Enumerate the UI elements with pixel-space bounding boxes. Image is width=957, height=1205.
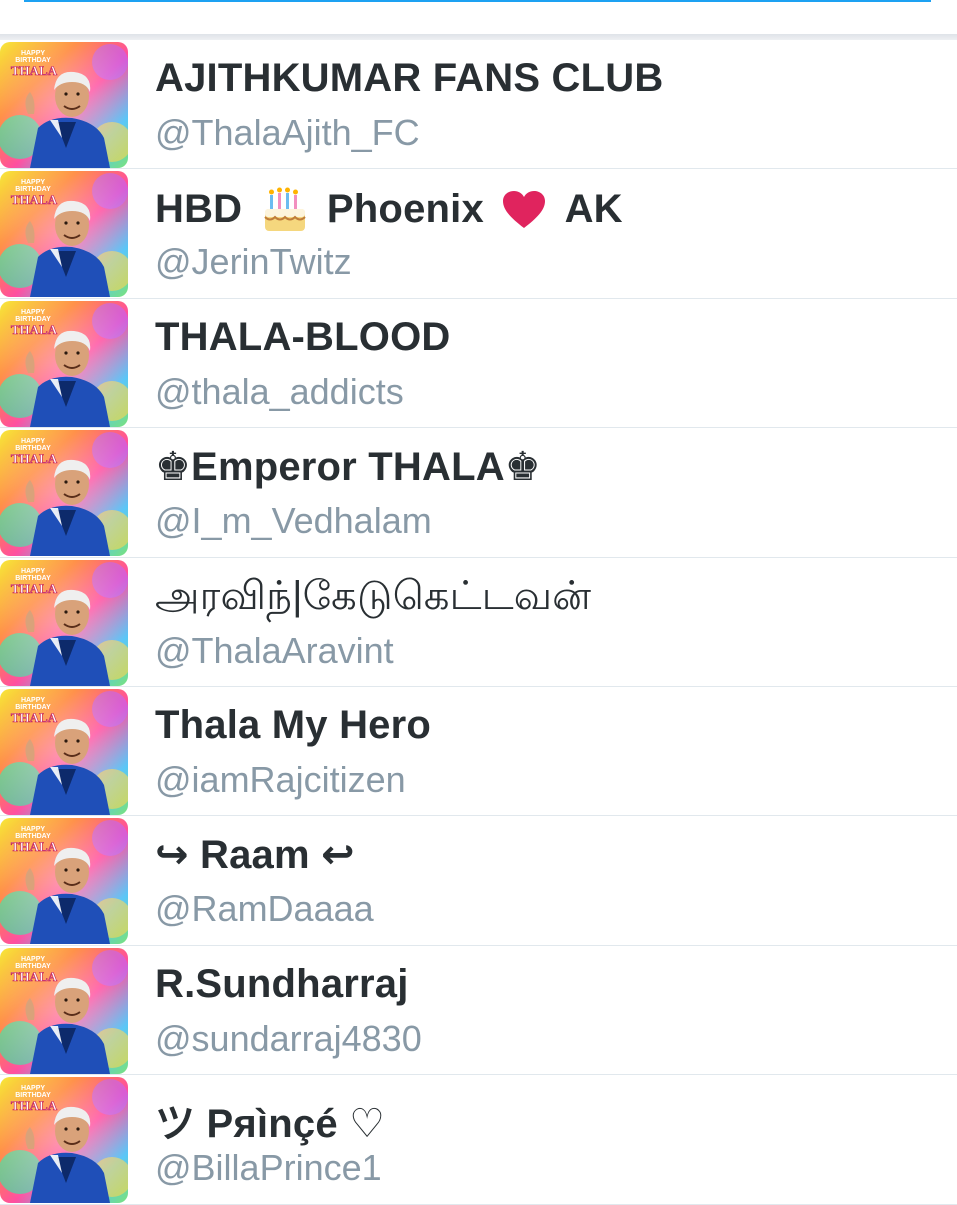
- heart-icon: [501, 190, 547, 230]
- avatar[interactable]: HAPPY BIRTHDAY THALA: [0, 947, 128, 1074]
- svg-text:HAPPY: HAPPY: [21, 179, 45, 186]
- avatar-artwork: HAPPY BIRTHDAY THALA: [0, 818, 128, 945]
- svg-text:HAPPY: HAPPY: [21, 826, 45, 833]
- display-name: ♚Emperor THALA♚: [155, 445, 541, 490]
- avatar-artwork: HAPPY BIRTHDAY THALA: [0, 559, 128, 686]
- user-handle: @iamRajcitizen: [155, 758, 406, 800]
- svg-text:HAPPY: HAPPY: [21, 309, 45, 316]
- svg-text:HAPPY: HAPPY: [21, 50, 45, 57]
- avatar-artwork: HAPPY BIRTHDAY THALA: [0, 947, 128, 1074]
- svg-text:HAPPY: HAPPY: [21, 438, 45, 445]
- avatar-artwork: HAPPY BIRTHDAY THALA: [0, 300, 128, 427]
- search-header-area: [0, 0, 957, 34]
- user-handle: @I_m_Vedhalam: [155, 500, 432, 542]
- user-handle: @BillaPrince1: [155, 1147, 382, 1189]
- svg-text:THALA: THALA: [11, 710, 58, 725]
- svg-text:THALA: THALA: [11, 969, 58, 984]
- search-field-underline[interactable]: [24, 0, 931, 2]
- display-name: AJITHKUMAR FANS CLUB: [155, 56, 664, 100]
- birthday-cake-icon: [260, 187, 310, 233]
- display-name: ツ Pяìnçé ♡: [155, 1102, 386, 1147]
- display-name: THALA-BLOOD: [155, 314, 451, 359]
- avatar[interactable]: HAPPY BIRTHDAY THALA: [0, 42, 128, 168]
- display-name: ↪ Raam ↩: [155, 833, 355, 878]
- avatar[interactable]: HAPPY BIRTHDAY THALA: [0, 688, 128, 815]
- avatar-artwork: HAPPY BIRTHDAY THALA: [0, 42, 128, 168]
- user-handle: @thala_addicts: [155, 370, 404, 412]
- display-name-part: HBD: [155, 187, 243, 232]
- svg-text:THALA: THALA: [11, 451, 58, 466]
- avatar[interactable]: HAPPY BIRTHDAY THALA: [0, 1077, 128, 1204]
- user-row[interactable]: HAPPY BIRTHDAY THALA Thala My Hero @iamR…: [0, 686, 957, 817]
- display-name: அரவிந்|கேடுகெட்டவன்: [155, 573, 592, 618]
- svg-text:HAPPY: HAPPY: [21, 697, 45, 704]
- svg-text:THALA: THALA: [11, 1098, 58, 1113]
- display-name: R.Sundharraj: [155, 961, 409, 1006]
- avatar-artwork: HAPPY BIRTHDAY THALA: [0, 1077, 128, 1204]
- display-name-part: Phoenix: [326, 187, 484, 232]
- user-row[interactable]: HAPPY BIRTHDAY THALA R.Sundharraj @sunda…: [0, 945, 957, 1076]
- svg-text:HAPPY: HAPPY: [21, 1085, 45, 1092]
- svg-text:THALA: THALA: [11, 322, 58, 337]
- display-name: HBD Phoenix AK: [155, 185, 623, 232]
- user-list: HAPPY BIRTHDAY THALA AJITHKUMAR FANS CLU…: [0, 40, 957, 1205]
- avatar-artwork: HAPPY BIRTHDAY THALA: [0, 430, 128, 557]
- user-handle: @RamDaaaa: [155, 888, 374, 930]
- avatar-artwork: HAPPY BIRTHDAY THALA: [0, 171, 128, 298]
- user-handle: @JerinTwitz: [155, 241, 352, 283]
- user-row[interactable]: HAPPY BIRTHDAY THALA HBD Phoenix AK @Jer…: [0, 169, 957, 299]
- user-row[interactable]: HAPPY BIRTHDAY THALA ↪ Raam ↩ @RamDaaaa: [0, 816, 957, 946]
- svg-text:THALA: THALA: [11, 192, 58, 207]
- avatar[interactable]: HAPPY BIRTHDAY THALA: [0, 430, 128, 557]
- display-name-part: AK: [564, 187, 623, 232]
- avatar[interactable]: HAPPY BIRTHDAY THALA: [0, 818, 128, 945]
- user-row[interactable]: HAPPY BIRTHDAY THALA ツ Pяìnçé ♡ @BillaPr…: [0, 1075, 957, 1205]
- svg-text:HAPPY: HAPPY: [21, 568, 45, 575]
- display-name: Thala My Hero: [155, 702, 431, 747]
- user-row[interactable]: HAPPY BIRTHDAY THALA AJITHKUMAR FANS CLU…: [0, 40, 957, 170]
- user-handle: @sundarraj4830: [155, 1017, 422, 1059]
- avatar[interactable]: HAPPY BIRTHDAY THALA: [0, 300, 128, 427]
- svg-text:THALA: THALA: [11, 63, 58, 78]
- user-row[interactable]: HAPPY BIRTHDAY THALA ♚Emperor THALA♚ @I_…: [0, 428, 957, 558]
- user-row[interactable]: HAPPY BIRTHDAY THALA அரவிந்|கேடுகெட்டவன்…: [0, 557, 957, 687]
- avatar[interactable]: HAPPY BIRTHDAY THALA: [0, 559, 128, 686]
- user-row[interactable]: HAPPY BIRTHDAY THALA THALA-BLOOD @thala_…: [0, 298, 957, 429]
- svg-text:HAPPY: HAPPY: [21, 956, 45, 963]
- svg-text:THALA: THALA: [11, 839, 58, 854]
- user-handle: @ThalaAjith_FC: [155, 112, 420, 153]
- avatar-artwork: HAPPY BIRTHDAY THALA: [0, 688, 128, 815]
- svg-text:THALA: THALA: [11, 581, 58, 596]
- user-handle: @ThalaAravint: [155, 629, 394, 671]
- avatar[interactable]: HAPPY BIRTHDAY THALA: [0, 171, 128, 298]
